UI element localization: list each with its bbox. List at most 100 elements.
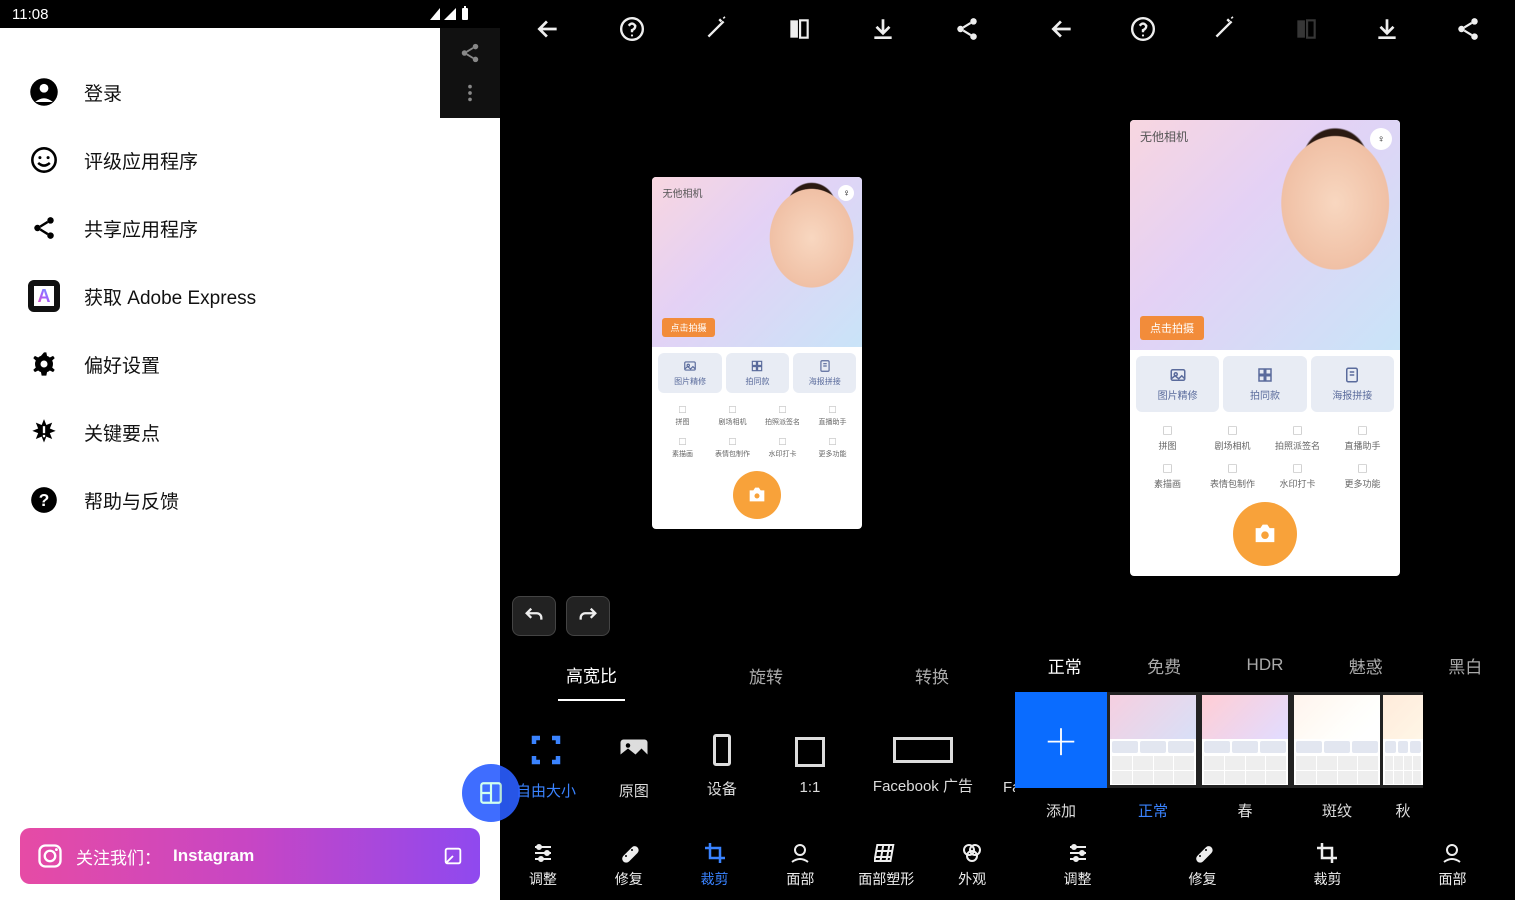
drawer-label: 共享应用程序 [84,215,198,242]
subtab-rotate[interactable]: 旋转 [741,651,791,700]
look-mottled[interactable]: 斑纹 [1291,692,1383,830]
panel-drawer: 11:08 登录 评级应用程序 共享应用程序 A 获取 Adobe Expres… [0,0,500,900]
adobe-icon: A [28,280,60,312]
bn-face[interactable]: 面部 [757,841,843,889]
drawer-label: 偏好设置 [84,351,160,378]
subtab-bw[interactable]: 黑白 [1440,641,1490,690]
bn-face[interactable]: 面部 [1390,841,1515,889]
back-icon[interactable] [1040,7,1084,51]
panel-looks: 无他相机 ♀ 点击拍摄 图片精修 拍同款 海报拼接 ▢拼图 ▢剧场相机 ▢拍照派… [1015,0,1515,900]
ratio-1-1[interactable]: 1:1 [780,737,840,796]
back-icon[interactable] [526,7,570,51]
drawer-label: 登录 [84,79,122,106]
subtab-hdr[interactable]: HDR [1239,643,1292,687]
instagram-banner[interactable]: 关注我们： Instagram [20,828,480,884]
subtab-normal[interactable]: 正常 [1040,641,1090,690]
ig-brand: Instagram [173,846,254,866]
status-bar: 11:08 [0,0,500,28]
drawer-item-keypoints[interactable]: 关键要点 [0,398,500,466]
undo-button[interactable] [512,596,556,636]
drawer-item-login[interactable]: 登录 [0,58,500,126]
mock-cta: 点击拍摄 [662,318,714,337]
drawer-item-rate[interactable]: 评级应用程序 [0,126,500,194]
share-icon[interactable] [1446,7,1490,51]
svg-text:?: ? [39,490,50,510]
plus-icon: ＋ [1015,692,1107,788]
bottomnav: 调整 修复 裁剪 面部 [1015,830,1515,900]
avatar-icon: ♀ [1370,128,1392,150]
look-normal[interactable]: 正常 [1107,692,1199,830]
bn-looks[interactable]: 外观 [929,841,1015,889]
subtab-free[interactable]: 免费 [1139,641,1189,690]
drawer-item-adobe[interactable]: A 获取 Adobe Express [0,262,500,330]
bn-reshape[interactable]: 面部塑形 [843,841,929,889]
subtab-charm[interactable]: 魅惑 [1341,641,1391,690]
instagram-icon [36,842,64,870]
layout-fab[interactable] [462,764,520,822]
subtab-transform[interactable]: 转换 [907,651,957,700]
status-time: 11:08 [12,6,48,23]
panel-crop: 无他相机 ♀ 点击拍摄 图片精修 拍同款 海报拼接 ▢拼图 ▢剧场相机 ▢拍照派… [500,0,1015,900]
drawer-item-help[interactable]: ? 帮助与反馈 [0,466,500,534]
help-icon[interactable] [1121,7,1165,51]
smile-icon [28,144,60,176]
bn-heal[interactable]: 修复 [586,841,672,889]
bn-adjust[interactable]: 调整 [1015,841,1140,889]
bn-adjust[interactable]: 调整 [500,841,586,889]
mock-brand: 无他相机 [1140,128,1188,145]
drawer-item-shareapp[interactable]: 共享应用程序 [0,194,500,262]
share-icon[interactable] [459,42,481,64]
image-preview: 无他相机 ♀ 点击拍摄 图片精修 拍同款 海报拼接 ▢拼图 ▢剧场相机 ▢拍照派… [1130,120,1400,576]
look-subtabs: 正常 免费 HDR 魅惑 黑白 [1015,638,1515,692]
bottomnav: 调整 修复 裁剪 面部 面部塑形 外观 [500,830,1015,900]
looks-list[interactable]: ＋ 添加 正常 春 斑纹 秋 [1015,692,1515,830]
ratio-original[interactable]: 原图 [604,732,664,801]
ratio-free[interactable]: 自由大小 [516,732,576,801]
burst-icon [28,416,60,448]
download-icon[interactable] [861,7,905,51]
topbar [1015,0,1515,58]
drawer-list: 登录 评级应用程序 共享应用程序 A 获取 Adobe Express 偏好设置… [0,28,500,828]
mock-cta: 点击拍摄 [1140,316,1204,340]
compare-icon[interactable] [1284,7,1328,51]
bn-crop[interactable]: 裁剪 [1265,841,1390,889]
canvas[interactable]: 无他相机 ♀ 点击拍摄 图片精修 拍同款 海报拼接 ▢拼图 ▢剧场相机 ▢拍照派… [1015,58,1515,638]
more-icon[interactable] [459,82,481,104]
drawer-label: 获取 Adobe Express [84,283,256,310]
user-icon [28,76,60,108]
wand-icon[interactable] [1202,7,1246,51]
crop-subtabs: 高宽比 旋转 转换 [500,648,1015,702]
look-autumn[interactable]: 秋 [1383,692,1423,830]
drawer-item-prefs[interactable]: 偏好设置 [0,330,500,398]
mock-brand: 无他相机 [662,185,702,200]
drawer-label: 关键要点 [84,419,160,446]
gear-icon [28,348,60,380]
ratio-list[interactable]: 自由大小 原图 设备 1:1 Facebook 广告 Facebook [500,702,1015,830]
bn-heal[interactable]: 修复 [1140,841,1265,889]
help-icon[interactable] [610,7,654,51]
canvas[interactable]: 无他相机 ♀ 点击拍摄 图片精修 拍同款 海报拼接 ▢拼图 ▢剧场相机 ▢拍照派… [500,58,1015,648]
topbar [500,0,1015,58]
status-icons [428,6,488,22]
ratio-fb-ad[interactable]: Facebook 广告 [868,737,978,796]
image-preview: 无他相机 ♀ 点击拍摄 图片精修 拍同款 海报拼接 ▢拼图 ▢剧场相机 ▢拍照派… [652,177,862,529]
wand-icon[interactable] [694,7,738,51]
download-icon[interactable] [1365,7,1409,51]
look-spring[interactable]: 春 [1199,692,1291,830]
camera-icon [1233,502,1297,566]
share-icon [28,212,60,244]
ig-prefix: 关注我们： [76,844,161,869]
camera-icon [733,471,781,519]
drawer-label: 帮助与反馈 [84,487,179,514]
ratio-device[interactable]: 设备 [692,734,752,799]
share-icon[interactable] [945,7,989,51]
bn-crop[interactable]: 裁剪 [672,841,758,889]
compare-icon[interactable] [777,7,821,51]
help-icon: ? [28,484,60,516]
subtab-aspect[interactable]: 高宽比 [558,650,625,701]
look-add[interactable]: ＋ 添加 [1015,692,1107,830]
redo-button[interactable] [566,596,610,636]
drawer-peek [440,28,500,118]
drawer-label: 评级应用程序 [84,147,198,174]
ratio-fb[interactable]: Facebook [1006,737,1015,796]
